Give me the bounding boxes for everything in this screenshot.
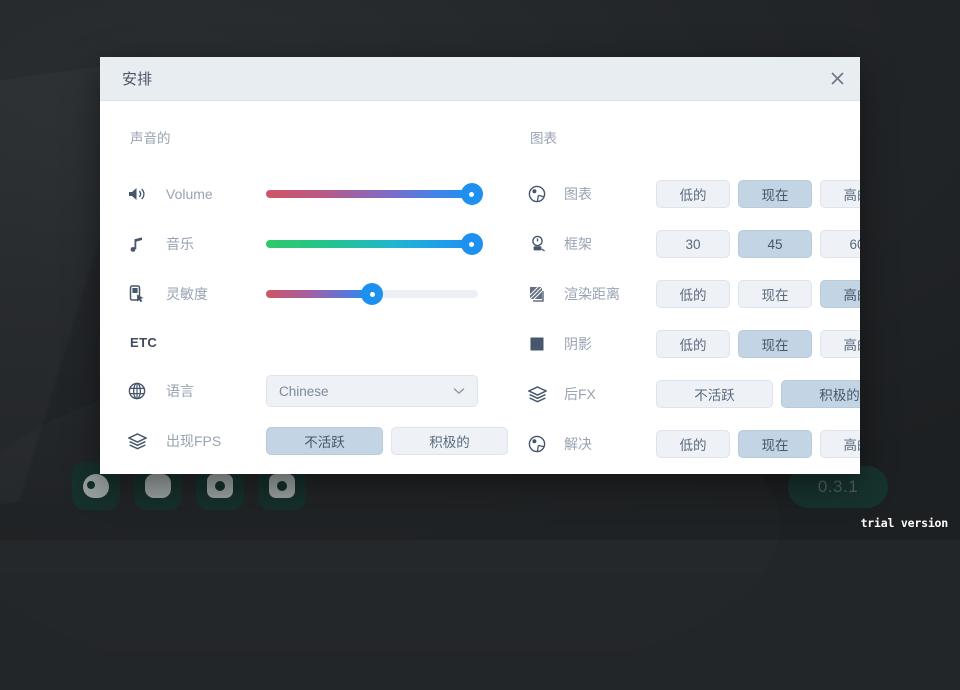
render-distance-option-0[interactable]: 低的 [656, 280, 730, 308]
resolution-icon [522, 435, 552, 453]
render-distance-segmented: 低的 现在 高的 [656, 280, 860, 308]
resolution-option-0[interactable]: 低的 [656, 430, 730, 458]
app-icon-1 [83, 474, 109, 498]
show-fps-option-0[interactable]: 不活跃 [266, 427, 383, 455]
show-fps-option-1[interactable]: 积极的 [391, 427, 508, 455]
graphics-quality-segmented: 低的 现在 高的 [656, 180, 860, 208]
resolution-segmented: 低的 现在 高的 [656, 430, 860, 458]
volume-slider[interactable] [266, 190, 478, 198]
graphics-quality-icon [522, 185, 552, 203]
volume-icon [122, 186, 152, 202]
volume-slider-fill [266, 190, 472, 198]
chevron-down-icon [453, 387, 465, 395]
close-icon [830, 71, 845, 86]
etc-section-heading: ETC [130, 335, 508, 350]
shadow-icon [522, 336, 552, 352]
graphics-section-heading: 图表 [530, 127, 860, 147]
post-fx-segmented: 不活跃 积极的 [656, 380, 860, 408]
layers-icon [522, 386, 552, 403]
row-language: 语言 Chinese [122, 366, 508, 416]
row-render-distance: 渲染距离 低的 现在 高的 [522, 269, 860, 319]
volume-slider-knob[interactable] [461, 183, 483, 205]
show-fps-segmented: 不活跃 积极的 [266, 427, 508, 455]
settings-dialog: 安排 声音的 Volume [100, 57, 860, 474]
row-show-fps: 出现FPS 不活跃 积极的 [122, 416, 508, 466]
trial-version-watermark: trial version [861, 516, 948, 530]
row-music: 音乐 [122, 219, 508, 269]
row-label: 图表 [564, 184, 656, 204]
render-distance-option-2[interactable]: 高的 [820, 280, 860, 308]
sound-column: 声音的 Volume [100, 127, 508, 474]
row-label: 阴影 [564, 334, 656, 354]
layers-icon [122, 433, 152, 450]
dialog-title: 安排 [122, 68, 152, 89]
dialog-body: 声音的 Volume [100, 101, 860, 474]
row-label: 出现FPS [166, 431, 266, 451]
framerate-option-1[interactable]: 45 [738, 230, 812, 258]
row-label: 解决 [564, 434, 656, 454]
row-label: Volume [166, 186, 266, 202]
app-icon-3 [207, 474, 233, 498]
post-fx-option-1[interactable]: 积极的 [781, 380, 860, 408]
row-framerate: 框架 30 45 60 [522, 219, 860, 269]
music-slider[interactable] [266, 240, 478, 248]
framerate-icon [522, 235, 552, 253]
row-graphics-quality: 图表 低的 现在 高的 [522, 169, 860, 219]
row-shadow: 阴影 低的 现在 高的 [522, 319, 860, 369]
dialog-titlebar: 安排 [100, 57, 860, 101]
music-slider-fill [266, 240, 472, 248]
framerate-option-2[interactable]: 60 [820, 230, 860, 258]
row-resolution: 解决 低的 现在 高的 [522, 419, 860, 469]
graphics-quality-option-2[interactable]: 高的 [820, 180, 860, 208]
shadow-segmented: 低的 现在 高的 [656, 330, 860, 358]
row-volume: Volume [122, 169, 508, 219]
app-icon-2 [145, 474, 171, 498]
shadow-option-1[interactable]: 现在 [738, 330, 812, 358]
sound-section-heading: 声音的 [130, 127, 508, 147]
sensitivity-slider-knob[interactable] [361, 283, 383, 305]
resolution-option-2[interactable]: 高的 [820, 430, 860, 458]
sensitivity-icon [122, 285, 152, 303]
framerate-option-0[interactable]: 30 [656, 230, 730, 258]
sensitivity-slider-fill [266, 290, 372, 298]
language-select[interactable]: Chinese [266, 375, 478, 407]
row-sensitivity: 灵敏度 [122, 269, 508, 319]
graphics-quality-option-1[interactable]: 现在 [738, 180, 812, 208]
row-label: 框架 [564, 234, 656, 254]
music-slider-knob[interactable] [461, 233, 483, 255]
shadow-option-0[interactable]: 低的 [656, 330, 730, 358]
resolution-option-1[interactable]: 现在 [738, 430, 812, 458]
language-select-value: Chinese [279, 384, 329, 399]
graphics-column: 图表 图表 低的 现在 高的 [508, 127, 860, 474]
framerate-segmented: 30 45 60 [656, 230, 860, 258]
render-distance-icon [522, 285, 552, 303]
post-fx-option-0[interactable]: 不活跃 [656, 380, 773, 408]
row-label: 音乐 [166, 234, 266, 254]
shadow-option-2[interactable]: 高的 [820, 330, 860, 358]
sensitivity-slider[interactable] [266, 290, 478, 298]
version-label: 0.3.1 [818, 477, 858, 497]
music-note-icon [122, 236, 152, 253]
row-label: 后FX [564, 384, 656, 404]
row-label: 渲染距离 [564, 284, 656, 304]
graphics-quality-option-0[interactable]: 低的 [656, 180, 730, 208]
row-label: 灵敏度 [166, 284, 266, 304]
row-post-fx: 后FX 不活跃 积极的 [522, 369, 860, 419]
globe-icon [122, 382, 152, 400]
render-distance-option-1[interactable]: 现在 [738, 280, 812, 308]
row-label: 语言 [166, 381, 266, 401]
app-icon-4 [269, 474, 295, 498]
close-button[interactable] [814, 58, 860, 100]
